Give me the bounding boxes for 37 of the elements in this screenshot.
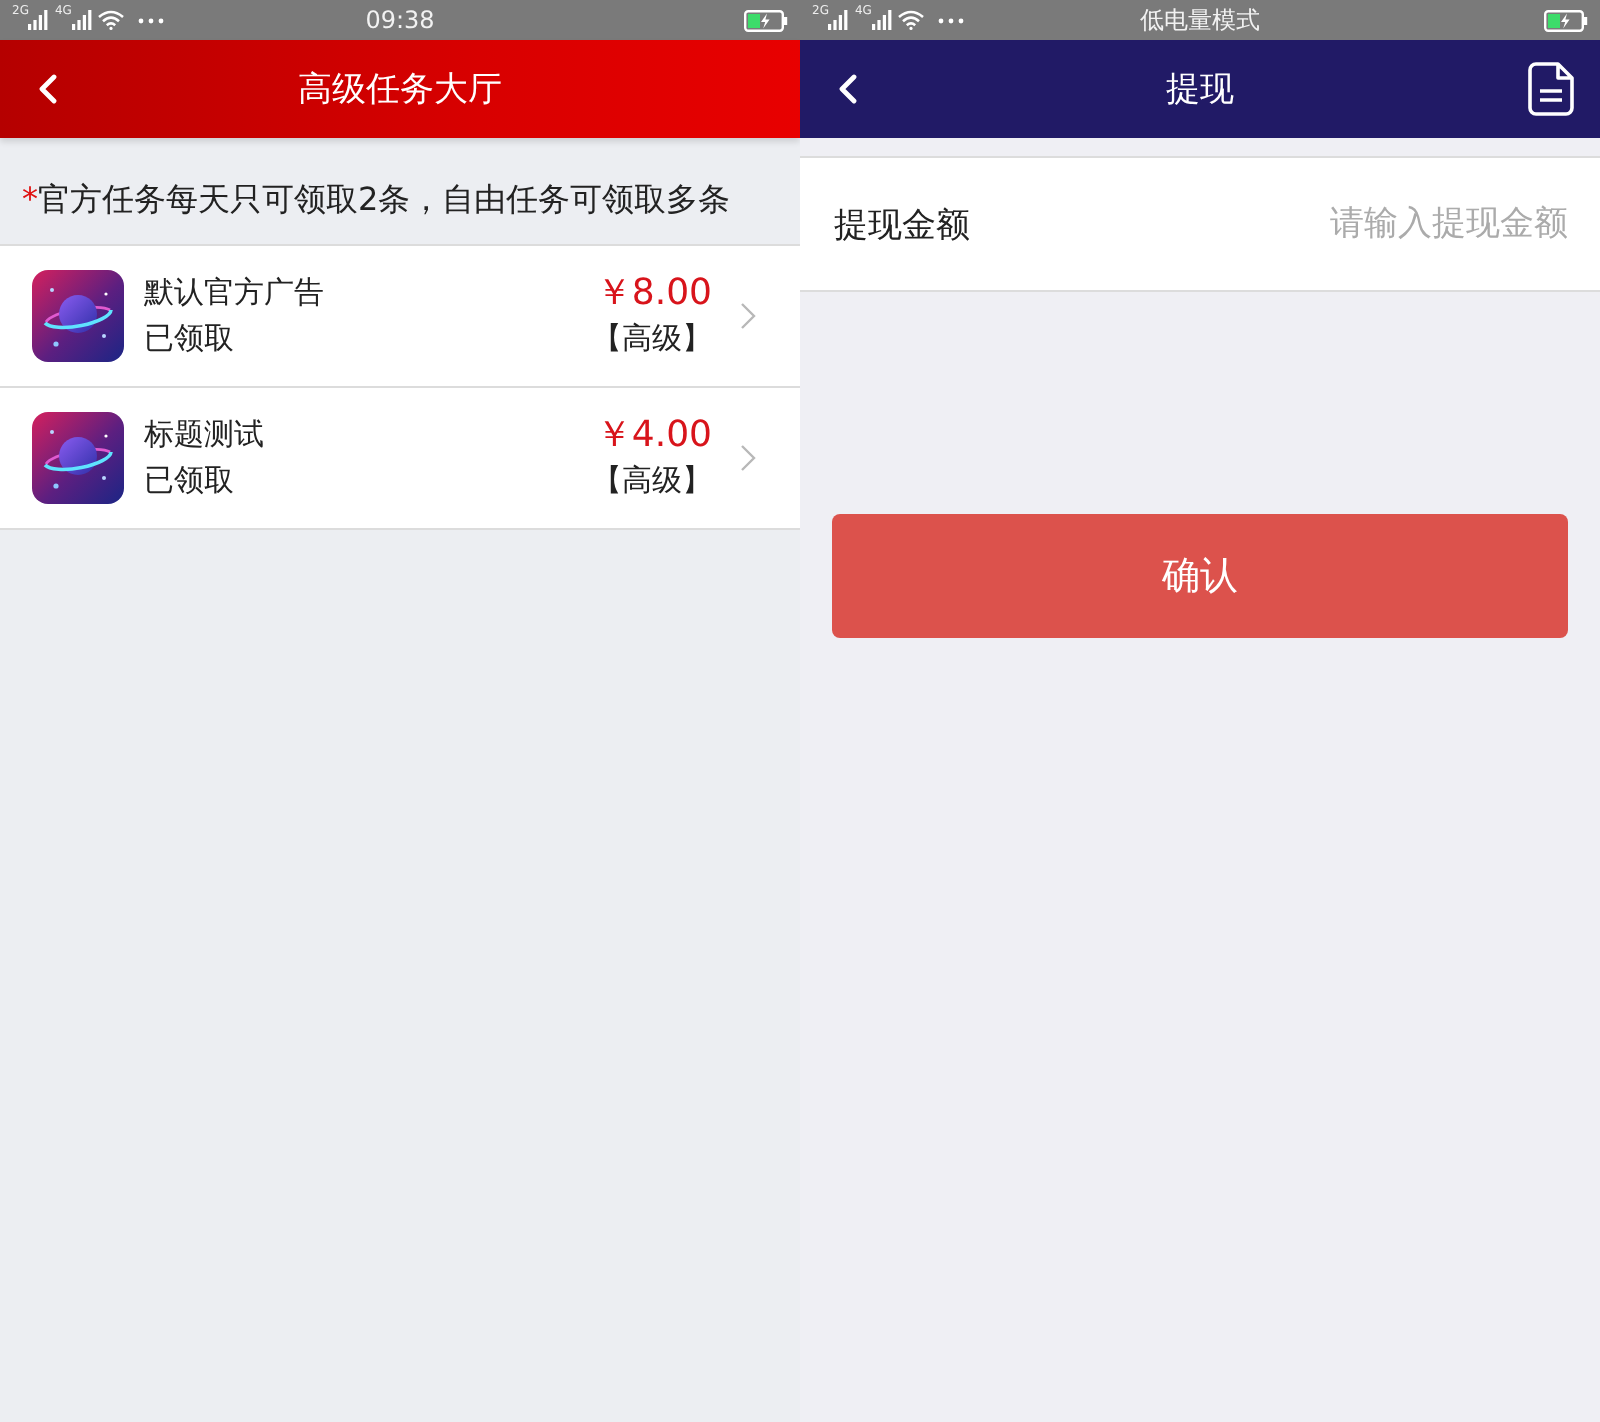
signal-bars-icon	[28, 10, 49, 30]
task-title: 默认官方广告	[144, 272, 326, 314]
notice-text: 官方任务每天只可领取2条，自由任务可领取多条	[38, 180, 731, 218]
amount-input[interactable]: 请输入提现金额	[990, 194, 1568, 254]
confirm-button[interactable]: 确认	[832, 514, 1568, 638]
field-label: 提现金额	[834, 203, 970, 247]
wifi-icon	[97, 10, 124, 30]
battery-charging-icon	[744, 9, 788, 31]
document-icon[interactable]	[1528, 62, 1574, 116]
task-status: 已领取	[144, 318, 236, 360]
power-mode-label: 低电量模式	[1140, 6, 1260, 34]
planet-app-icon	[32, 412, 124, 504]
task-list-item[interactable]: 标题测试 已领取 ￥4.00 【高级】	[0, 388, 800, 530]
more-dots-icon	[937, 17, 964, 23]
task-level-tag: 【高级】	[592, 316, 712, 362]
back-chevron-icon[interactable]	[838, 74, 858, 104]
task-list-item[interactable]: 默认官方广告 已领取 ￥8.00 【高级】	[0, 246, 800, 388]
signal-bars-icon	[71, 10, 92, 30]
page-title: 提现	[1166, 70, 1234, 110]
more-dots-icon	[137, 17, 164, 23]
reward-price: ￥8.00	[595, 270, 712, 316]
task-status: 已领取	[144, 460, 236, 502]
chevron-right-icon	[740, 302, 756, 330]
planet-app-icon	[32, 270, 124, 362]
task-title: 标题测试	[144, 414, 266, 456]
battery-charging-icon	[1544, 9, 1588, 31]
signal-bars-icon	[828, 10, 849, 30]
back-chevron-icon[interactable]	[38, 74, 58, 104]
chevron-right-icon	[740, 444, 756, 472]
amount-field[interactable]: 提现金额 请输入提现金额	[800, 156, 1600, 292]
signal-bars-icon	[871, 10, 892, 30]
reward-price: ￥4.00	[595, 412, 712, 458]
task-level-tag: 【高级】	[592, 458, 712, 504]
asterisk-mark: *	[22, 180, 38, 218]
page-title: 高级任务大厅	[298, 70, 502, 110]
wifi-icon	[897, 10, 924, 30]
clock-time: 09:38	[365, 6, 435, 34]
